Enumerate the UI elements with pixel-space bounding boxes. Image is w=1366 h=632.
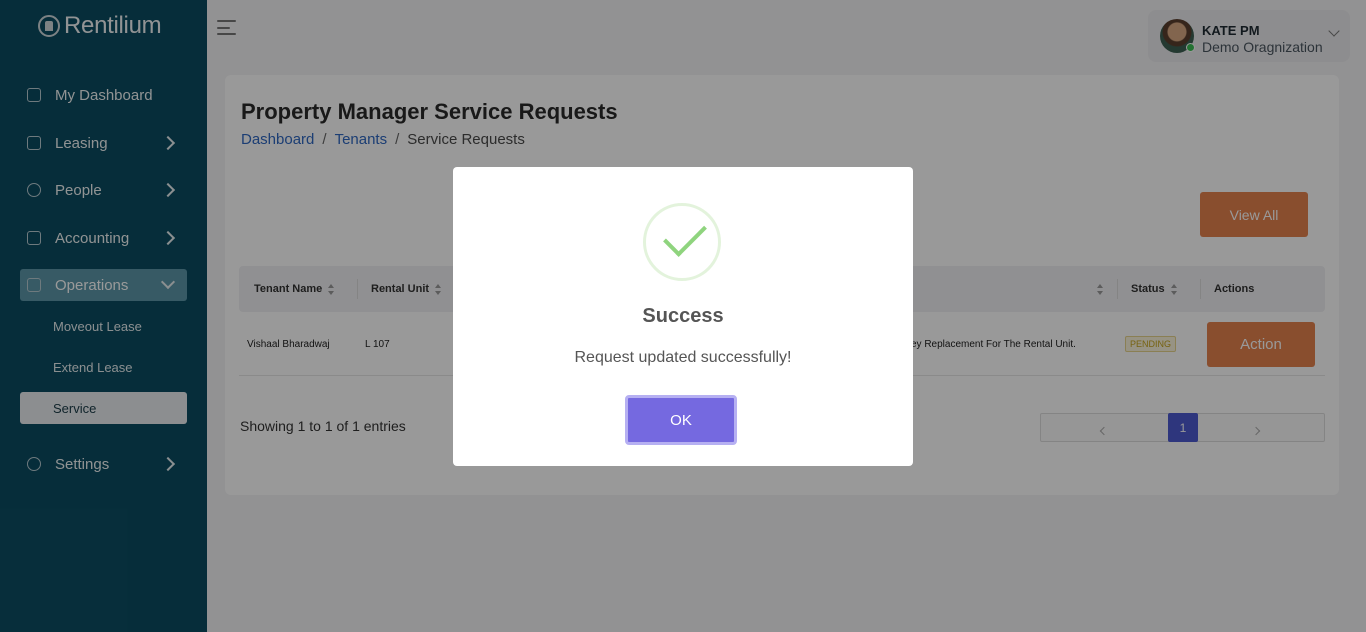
checkmark-icon [663,213,707,257]
dialog-title: Success [642,305,724,327]
dialog-message: Request updated successfully! [574,349,792,366]
success-icon [643,203,721,281]
ok-button[interactable]: OK [625,395,737,445]
modal-backdrop[interactable]: Success Request updated successfully! OK [0,0,1366,632]
success-dialog: Success Request updated successfully! OK [453,167,913,466]
